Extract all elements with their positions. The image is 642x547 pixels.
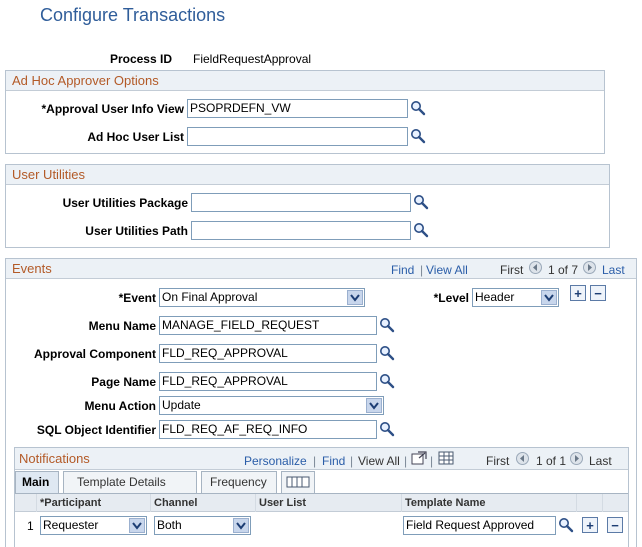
events-find-link[interactable]: Find	[391, 263, 414, 277]
user-utilities-path-input[interactable]	[191, 221, 411, 240]
channel-select[interactable]: Both	[154, 516, 251, 535]
menu-name-label: Menu Name	[88, 319, 156, 333]
lookup-icon[interactable]	[379, 317, 395, 333]
sql-object-identifier-label: SQL Object Identifier	[36, 423, 156, 437]
level-select-value: Header	[475, 290, 515, 304]
events-view-all-link[interactable]: View All	[426, 263, 468, 277]
next-arrow-icon[interactable]	[570, 452, 583, 465]
approval-component-input[interactable]: FLD_REQ_APPROVAL	[159, 344, 377, 363]
notifications-nav-separator: |	[430, 454, 434, 468]
lookup-icon[interactable]	[558, 517, 574, 533]
menu-action-select[interactable]: Update	[159, 396, 384, 415]
channel-select-value: Both	[157, 518, 182, 532]
ad-hoc-user-list-label: Ad Hoc User List	[87, 130, 184, 144]
user-utilities-header: User Utilities	[6, 165, 609, 185]
chevron-down-icon	[366, 398, 382, 413]
previous-arrow-icon[interactable]	[516, 452, 529, 465]
show-all-columns-tab[interactable]	[281, 471, 315, 493]
menu-name-input[interactable]: MANAGE_FIELD_REQUEST	[159, 316, 377, 335]
add-notification-button[interactable]: +	[582, 517, 598, 533]
chevron-down-icon	[347, 290, 363, 305]
previous-arrow-icon[interactable]	[529, 261, 542, 274]
lookup-icon[interactable]	[379, 421, 395, 437]
page-name-input[interactable]: FLD_REQ_APPROVAL	[159, 372, 377, 391]
user-utilities-path-label: User Utilities Path	[85, 224, 188, 238]
notifications-nav-separator: |	[313, 454, 317, 468]
menu-action-select-value: Update	[162, 398, 201, 412]
events-last-link[interactable]: Last	[602, 263, 625, 277]
notifications-view-all-link[interactable]: View All	[358, 454, 400, 468]
events-nav-separator: |	[420, 263, 424, 277]
notifications-tabs: Main Template Details Frequency	[15, 471, 628, 493]
sql-object-identifier-input[interactable]: FLD_REQ_AF_REQ_INFO	[159, 420, 377, 439]
table-row: 1 Requester Both Field Request Approved …	[15, 512, 628, 540]
channel-column-header[interactable]: Channel	[151, 494, 256, 512]
user-utilities-package-input[interactable]	[191, 193, 411, 212]
chevron-down-icon	[541, 290, 557, 305]
ad-hoc-user-list-input[interactable]	[187, 127, 408, 146]
notifications-nav-separator: |	[404, 454, 408, 468]
template-name-column-header[interactable]: Template Name	[402, 494, 577, 512]
participant-column-header[interactable]: *Participant	[37, 494, 151, 512]
event-label: *Event	[118, 291, 156, 305]
next-arrow-icon[interactable]	[583, 261, 596, 274]
user-utilities-package-label: User Utilities Package	[62, 196, 188, 210]
level-label: *Level	[433, 291, 469, 305]
tab-template-details[interactable]: Template Details	[63, 471, 197, 493]
participant-select-value: Requester	[43, 518, 99, 532]
page-title: Configure Transactions	[40, 5, 226, 25]
notifications-nav-separator: |	[350, 454, 354, 468]
events-row-count: 1 of 7	[548, 263, 579, 277]
show-all-columns-icon	[286, 476, 310, 492]
remove-notification-button[interactable]: −	[607, 517, 623, 533]
approval-user-info-view-input[interactable]: PSOPRDEFN_VW	[187, 99, 408, 118]
notifications-first-label: First	[486, 454, 510, 468]
adhoc-group-header: Ad Hoc Approver Options	[6, 71, 604, 91]
level-select[interactable]: Header	[472, 288, 559, 307]
approval-component-label: Approval Component	[34, 347, 156, 361]
chevron-down-icon	[129, 518, 145, 533]
menu-action-label: Menu Action	[84, 399, 156, 413]
lookup-icon[interactable]	[413, 222, 429, 238]
row-number-header	[15, 494, 37, 512]
user-list-column-header: User List	[256, 494, 402, 512]
template-name-input[interactable]: Field Request Approved	[403, 516, 556, 535]
row-number: 1	[27, 519, 34, 533]
add-column-header	[577, 494, 603, 512]
approval-user-info-view-label: *Approval User Info View	[41, 102, 184, 116]
zoom-icon[interactable]	[411, 451, 427, 465]
grid-column-headers: *Participant Channel User List Template …	[15, 493, 628, 512]
lookup-icon[interactable]	[379, 345, 395, 361]
notifications-last-label: Last	[589, 454, 612, 468]
lookup-icon[interactable]	[410, 100, 426, 116]
event-select-value: On Final Approval	[162, 290, 258, 304]
lookup-icon[interactable]	[410, 128, 426, 144]
events-first-label: First	[500, 263, 524, 277]
personalize-link[interactable]: Personalize	[244, 454, 307, 468]
add-event-button[interactable]: +	[570, 285, 586, 301]
notifications-header: Notifications	[19, 451, 90, 466]
process-id-value: FieldRequestApproval	[193, 52, 312, 66]
event-select[interactable]: On Final Approval	[159, 288, 365, 307]
remove-event-button[interactable]: −	[590, 285, 606, 301]
tab-frequency[interactable]: Frequency	[201, 471, 277, 493]
tab-main[interactable]: Main	[15, 471, 59, 493]
page-name-label: Page Name	[91, 375, 156, 389]
lookup-icon[interactable]	[379, 373, 395, 389]
participant-select[interactable]: Requester	[40, 516, 147, 535]
chevron-down-icon	[233, 518, 249, 533]
lookup-icon[interactable]	[413, 194, 429, 210]
notifications-row-count: 1 of 1	[536, 454, 567, 468]
download-grid-icon[interactable]	[438, 451, 454, 465]
remove-column-header	[603, 494, 628, 512]
notifications-find-link[interactable]: Find	[322, 454, 345, 468]
process-id-label: Process ID	[109, 52, 172, 66]
